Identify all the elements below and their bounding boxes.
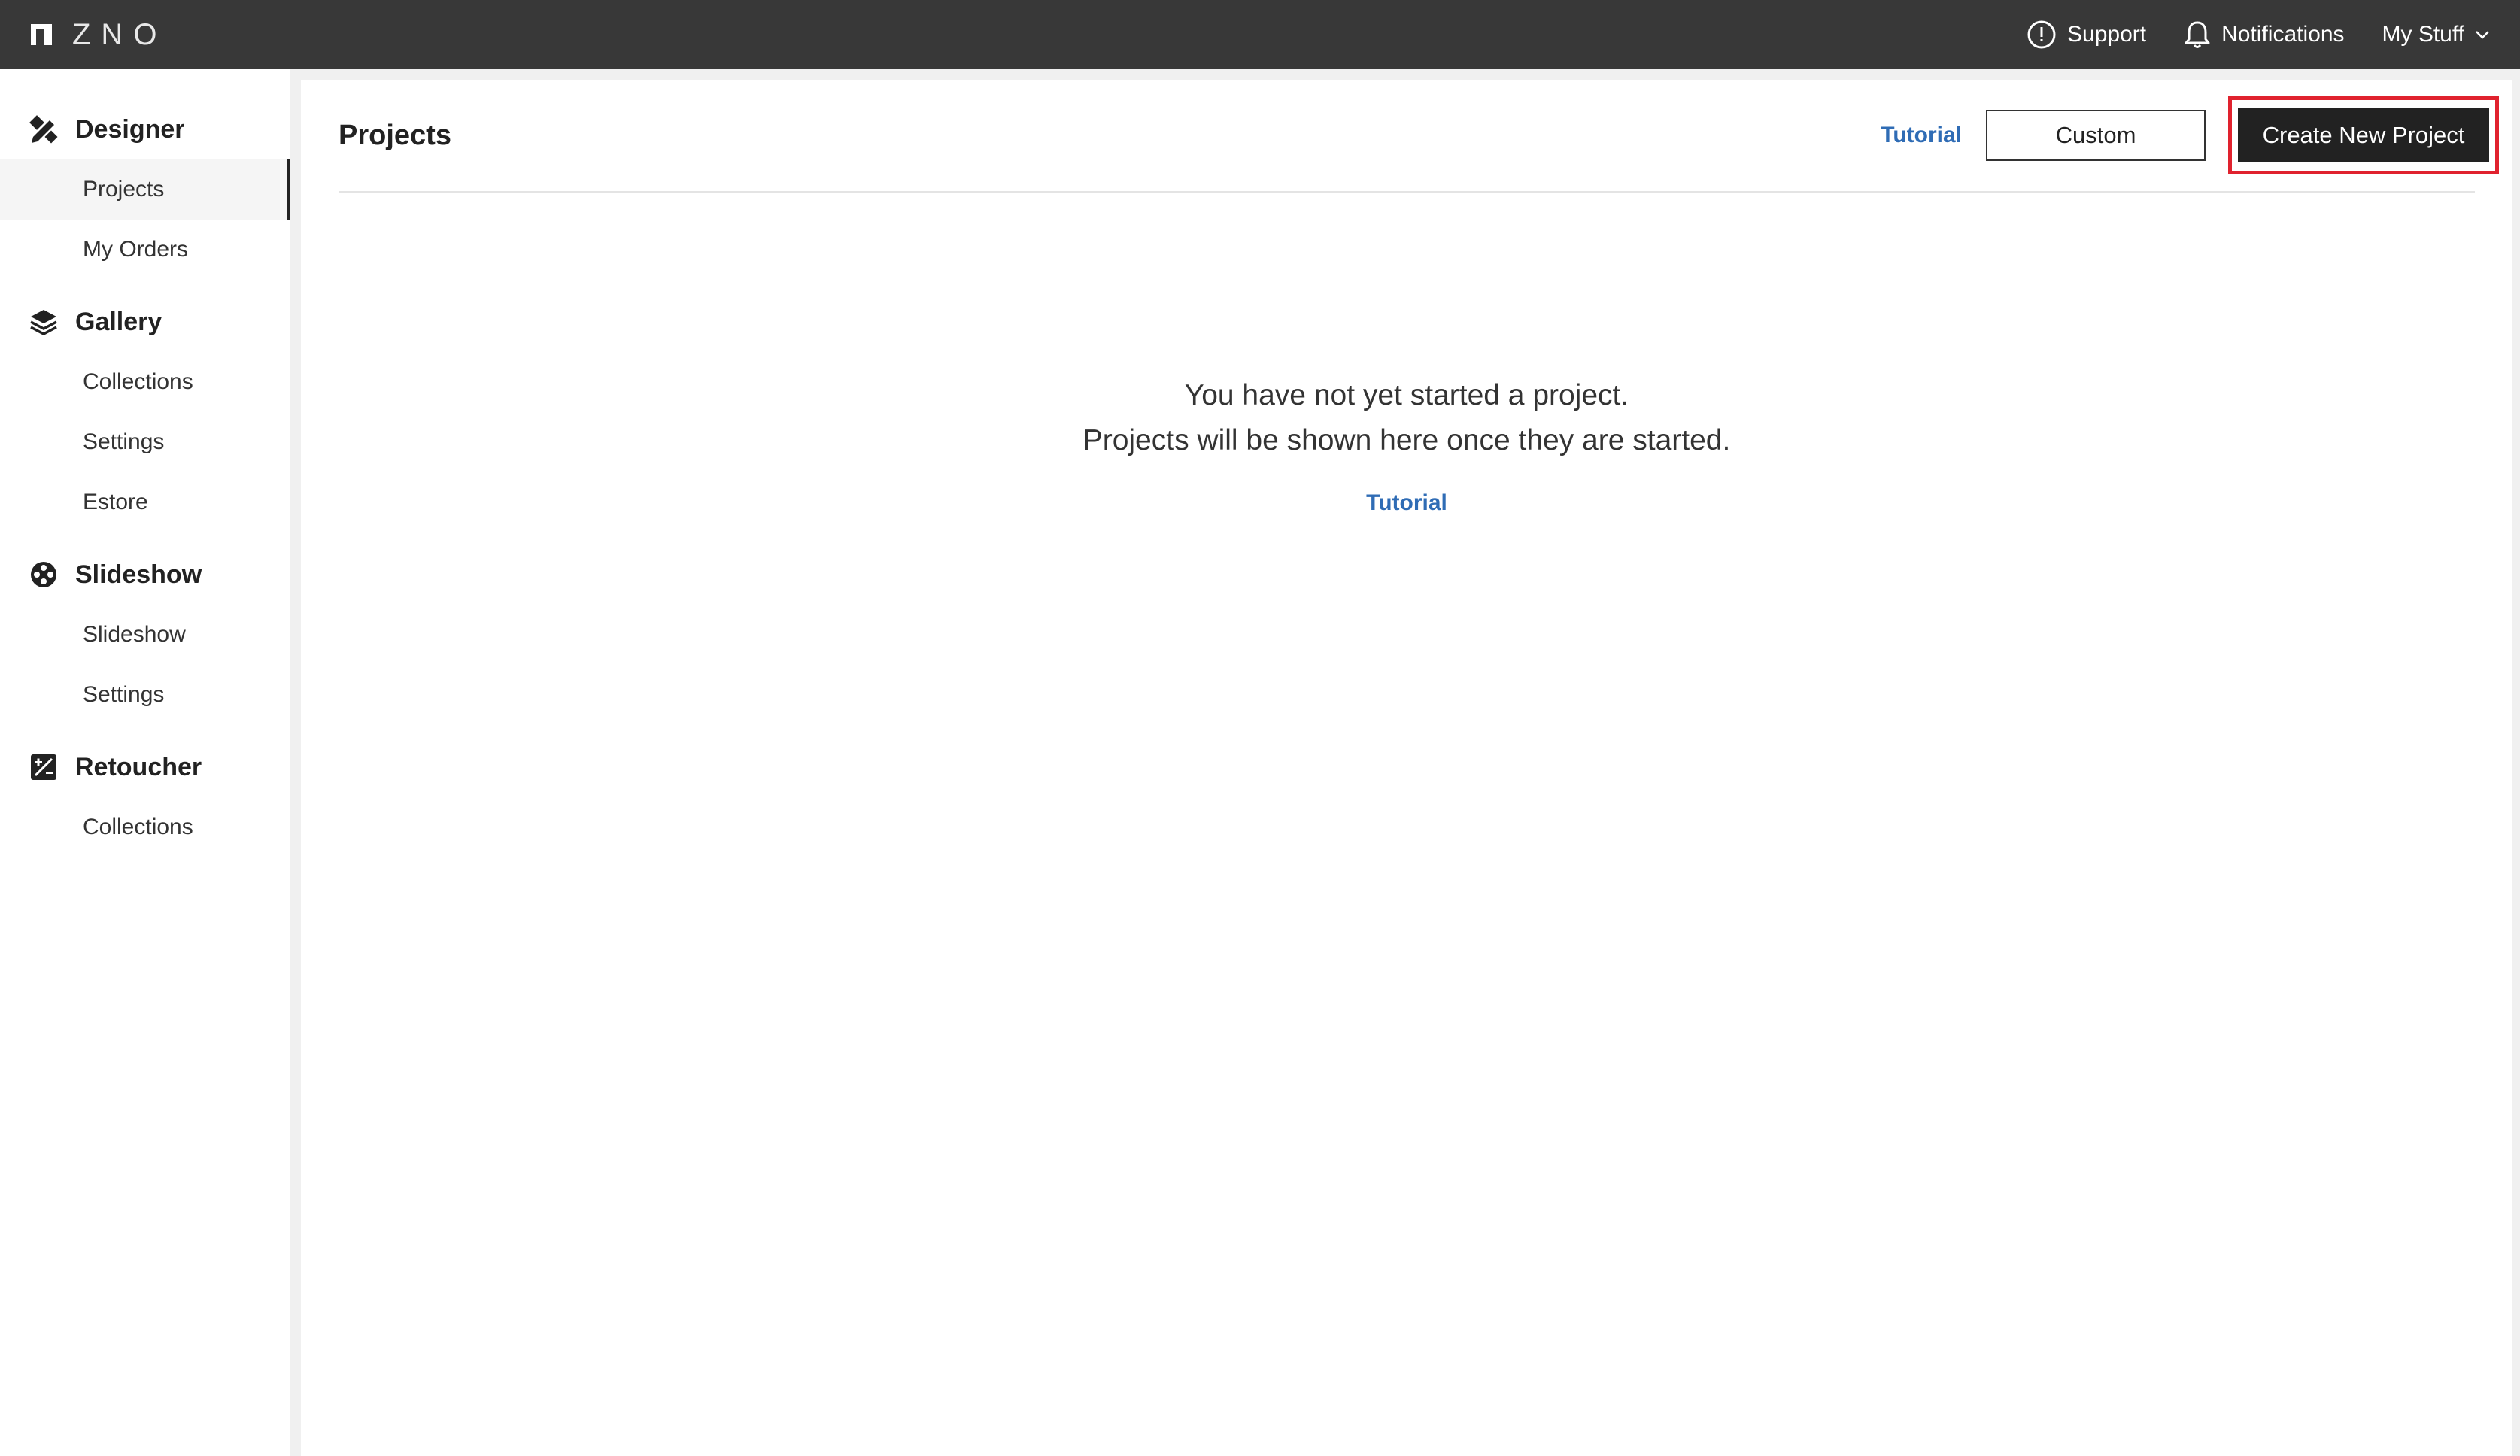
my-stuff-menu[interactable]: My Stuff bbox=[2382, 22, 2490, 47]
sidebar-item-label: Settings bbox=[83, 429, 165, 454]
empty-tutorial-link[interactable]: Tutorial bbox=[1366, 490, 1447, 516]
sidebar-item-slideshow[interactable]: Slideshow bbox=[0, 605, 290, 665]
section-title-slideshow: Slideshow bbox=[75, 560, 202, 589]
bell-icon bbox=[2185, 21, 2210, 48]
sidebar-item-label: Slideshow bbox=[83, 622, 186, 647]
empty-state: You have not yet started a project. Proj… bbox=[301, 373, 2512, 516]
sidebar-item-slideshow-settings[interactable]: Settings bbox=[0, 665, 290, 725]
layers-icon bbox=[30, 310, 57, 335]
empty-message-line1: You have not yet started a project. bbox=[1184, 379, 1629, 411]
notifications-label: Notifications bbox=[2221, 22, 2345, 47]
zno-logo-icon bbox=[31, 24, 52, 46]
sidebar-item-label: My Orders bbox=[83, 237, 189, 262]
sidebar-item-label: Estore bbox=[83, 490, 148, 514]
sidebar-section-slideshow[interactable]: Slideshow bbox=[0, 544, 290, 605]
chevron-down-icon bbox=[2476, 31, 2489, 39]
sidebar-section-designer[interactable]: Designer bbox=[0, 99, 290, 159]
sidebar-item-label: Collections bbox=[83, 369, 193, 394]
support-link[interactable]: Support bbox=[2027, 20, 2146, 50]
alert-circle-icon bbox=[2027, 20, 2056, 49]
sidebar-item-estore[interactable]: Estore bbox=[0, 472, 290, 532]
sidebar-item-my-orders[interactable]: My Orders bbox=[0, 220, 290, 280]
sidebar-item-label: Projects bbox=[83, 177, 165, 202]
sidebar-item-projects[interactable]: Projects bbox=[0, 159, 290, 220]
notifications-link[interactable]: Notifications bbox=[2184, 20, 2345, 50]
logo-text: ZNO bbox=[72, 17, 168, 51]
top-bar: ZNO Support Notifications My Stuff bbox=[0, 0, 2520, 69]
logo[interactable]: ZNO bbox=[30, 18, 167, 52]
support-label: Support bbox=[2067, 22, 2147, 47]
sidebar-section-retoucher[interactable]: Retoucher bbox=[0, 737, 290, 797]
sidebar-item-label: Collections bbox=[83, 814, 193, 839]
page-title: Projects bbox=[339, 119, 451, 151]
sidebar-item-gallery-collections[interactable]: Collections bbox=[0, 352, 290, 412]
retouch-icon bbox=[31, 754, 56, 780]
section-title-retoucher: Retoucher bbox=[75, 752, 202, 781]
sidebar-item-retoucher-collections[interactable]: Collections bbox=[0, 797, 290, 857]
main-header: Projects Tutorial Custom Create New Proj… bbox=[339, 80, 2499, 193]
sidebar-item-gallery-settings[interactable]: Settings bbox=[0, 412, 290, 472]
main-panel: Projects Tutorial Custom Create New Proj… bbox=[301, 80, 2512, 1456]
section-title-gallery: Gallery bbox=[75, 307, 162, 336]
custom-button[interactable]: Custom bbox=[1986, 110, 2206, 161]
designer-icon bbox=[29, 115, 58, 144]
create-new-project-button[interactable]: Create New Project bbox=[2238, 108, 2489, 162]
sidebar-section-gallery[interactable]: Gallery bbox=[0, 292, 290, 352]
section-title-designer: Designer bbox=[75, 114, 185, 144]
my-stuff-label: My Stuff bbox=[2382, 22, 2464, 47]
tutorial-link[interactable]: Tutorial bbox=[1881, 123, 1962, 148]
film-reel-icon bbox=[31, 562, 56, 587]
highlight-box: Create New Project bbox=[2228, 96, 2499, 174]
sidebar-item-label: Settings bbox=[83, 682, 165, 707]
empty-message-line2: Projects will be shown here once they ar… bbox=[1082, 424, 1731, 457]
sidebar: Designer Projects My Orders Gallery Coll… bbox=[0, 69, 290, 1456]
